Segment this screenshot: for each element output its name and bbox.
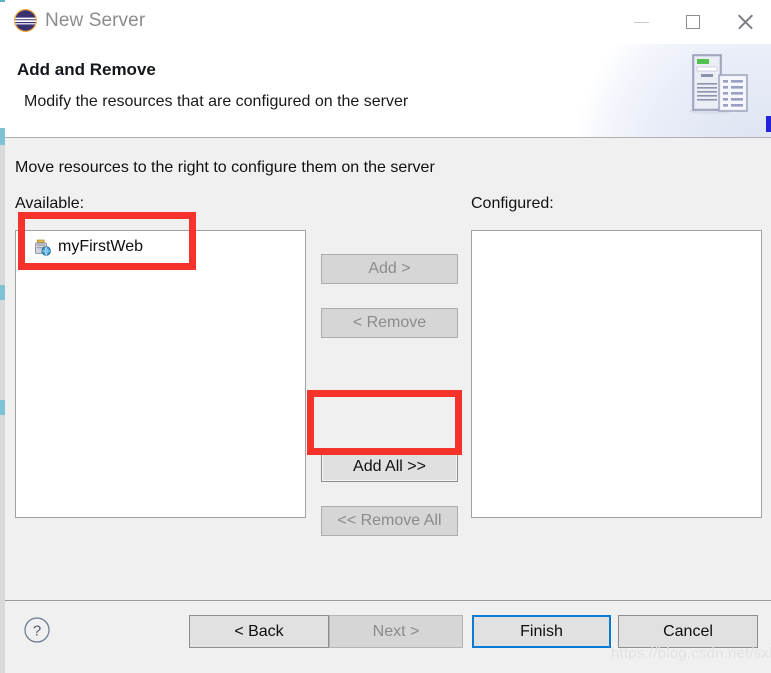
window-title: New Server: [45, 10, 146, 31]
title-bar: New Server: [5, 0, 771, 44]
next-button[interactable]: Next >: [329, 615, 463, 648]
help-icon[interactable]: ?: [23, 616, 51, 644]
available-label: Available:: [15, 195, 85, 212]
maximize-icon: [686, 15, 700, 29]
svg-text:?: ?: [33, 623, 41, 640]
maximize-button[interactable]: [667, 0, 719, 44]
wizard-header: Add and Remove Modify the resources that…: [5, 44, 771, 138]
finish-button[interactable]: Finish: [472, 615, 611, 648]
close-button[interactable]: [719, 0, 771, 44]
watermark-text: https://blog.csdn.net/sxh06: [611, 645, 771, 662]
edge-highlight-decoration: [766, 116, 771, 132]
remove-all-button[interactable]: << Remove All: [321, 506, 458, 536]
dialog-body: Move resources to the right to configure…: [5, 138, 771, 601]
remove-button[interactable]: < Remove: [321, 308, 458, 338]
configured-label: Configured:: [471, 195, 554, 212]
new-server-dialog: New Server Add and Remove Modify the res…: [5, 0, 771, 673]
back-button[interactable]: < Back: [189, 615, 329, 648]
web-module-icon: [34, 239, 51, 256]
window-controls: [615, 0, 771, 44]
eclipse-logo-icon: [13, 8, 38, 33]
close-icon: [736, 13, 754, 31]
configured-list[interactable]: [471, 230, 762, 518]
instruction-text: Move resources to the right to configure…: [15, 159, 435, 176]
available-list[interactable]: myFirstWeb: [15, 230, 306, 518]
page-subtitle: Modify the resources that are configured…: [24, 93, 409, 110]
new-server-dialog-screenshot: New Server Add and Remove Modify the res…: [0, 0, 771, 673]
minimize-icon: [633, 21, 649, 23]
cancel-button[interactable]: Cancel: [618, 615, 758, 648]
page-title: Add and Remove: [17, 60, 156, 79]
add-all-button[interactable]: Add All >>: [321, 452, 458, 482]
list-item[interactable]: myFirstWeb: [16, 234, 305, 260]
list-item-label: myFirstWeb: [58, 238, 144, 255]
transfer-button-column: Add > < Remove Add All >> << Remove All: [317, 230, 460, 536]
minimize-button[interactable]: [615, 0, 667, 44]
add-button[interactable]: Add >: [321, 254, 458, 284]
server-and-document-icon: [681, 49, 753, 121]
